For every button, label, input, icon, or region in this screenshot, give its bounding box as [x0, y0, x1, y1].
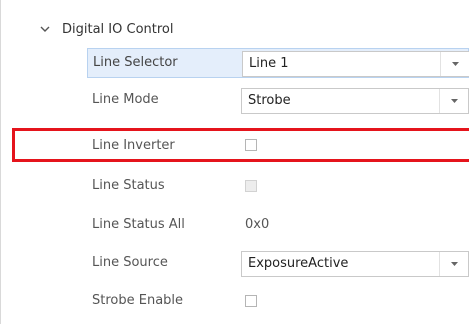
- group-header-digital-io-control[interactable]: Digital IO Control: [36, 18, 173, 40]
- panel-left-border: [0, 0, 1, 324]
- line-status-label: Line Status: [92, 178, 165, 193]
- line-mode-label: Line Mode: [92, 92, 159, 107]
- property-row-line-status: Line Status: [87, 171, 469, 201]
- strobe-enable-checkbox[interactable]: [245, 295, 257, 307]
- property-row-strobe-enable[interactable]: Strobe Enable: [87, 286, 469, 316]
- line-source-value: ExposureActive: [248, 256, 349, 271]
- dropdown-arrow-icon[interactable]: [439, 252, 468, 276]
- line-source-dropdown[interactable]: ExposureActive: [241, 251, 469, 277]
- line-status-all-label: Line Status All: [92, 217, 185, 232]
- line-mode-dropdown[interactable]: Strobe: [241, 88, 469, 114]
- line-status-checkbox: [245, 180, 257, 192]
- property-row-line-mode[interactable]: Line Mode Strobe: [87, 85, 469, 115]
- group-title: Digital IO Control: [62, 21, 174, 37]
- line-selector-label: Line Selector: [93, 55, 178, 70]
- dropdown-arrow-icon[interactable]: [439, 89, 468, 113]
- chevron-down-icon[interactable]: [36, 20, 54, 38]
- line-mode-value: Strobe: [248, 93, 291, 108]
- property-row-line-status-all: Line Status All 0x0: [87, 210, 469, 240]
- annotation-highlight-box: [12, 128, 469, 162]
- property-row-line-selector[interactable]: Line Selector Line 1: [87, 48, 469, 78]
- property-row-line-source[interactable]: Line Source ExposureActive: [87, 248, 469, 278]
- line-selector-dropdown[interactable]: Line 1: [242, 51, 469, 77]
- line-selector-value: Line 1: [249, 56, 289, 71]
- line-source-label: Line Source: [92, 255, 168, 270]
- dropdown-arrow-icon[interactable]: [440, 52, 469, 76]
- line-status-all-value: 0x0: [245, 217, 270, 232]
- strobe-enable-label: Strobe Enable: [92, 293, 184, 308]
